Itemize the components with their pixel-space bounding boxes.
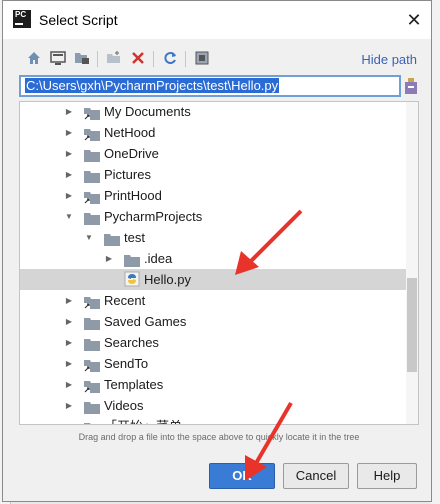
- tree-row-label: Searches: [104, 335, 159, 350]
- tree-row-label: Templates: [104, 377, 164, 392]
- tree-row-sendto[interactable]: ▶ SendTo: [20, 353, 406, 374]
- help-button[interactable]: Help: [357, 463, 417, 489]
- expanded-arrow-icon[interactable]: ▼: [64, 206, 74, 227]
- show-hidden-icon[interactable]: [193, 49, 211, 69]
- folder-icon: [84, 399, 100, 414]
- home-icon[interactable]: [25, 49, 43, 69]
- annotation-arrow-to-ok: [245, 401, 293, 481]
- refresh-icon[interactable]: [161, 49, 179, 69]
- tree-row-label: OneDrive: [104, 146, 159, 161]
- folder-shortcut-icon: [84, 420, 100, 424]
- file-chooser-icon[interactable]: [403, 76, 419, 96]
- path-row: C:\Users\gxh\PycharmProjects\test\Hello.…: [19, 75, 419, 99]
- tree-row-my-documents[interactable]: ▶ My Documents: [20, 102, 406, 122]
- folder-shortcut-icon: [84, 105, 100, 120]
- tree-row-saved-games[interactable]: ▶ Saved Games: [20, 311, 406, 332]
- collapsed-arrow-icon[interactable]: ▶: [64, 185, 74, 206]
- tree-row-videos[interactable]: ▶ Videos: [20, 395, 406, 416]
- tree-row-label: .idea: [144, 251, 173, 266]
- tree-row-label: test: [124, 230, 145, 245]
- folder-icon: [124, 252, 140, 267]
- scrollbar-thumb[interactable]: [407, 278, 417, 372]
- folder-shortcut-icon: [84, 357, 100, 372]
- folder-icon: [84, 210, 100, 225]
- dialog-title: Select Script: [39, 12, 118, 28]
- path-input-text: C:\Users\gxh\PycharmProjects\test\Hello.…: [25, 78, 280, 93]
- tree-row-label: My Documents: [104, 104, 191, 119]
- folder-shortcut-icon: [84, 126, 100, 141]
- title-bar: PC Select Script ✕: [3, 1, 431, 39]
- path-input[interactable]: C:\Users\gxh\PycharmProjects\test\Hello.…: [19, 75, 401, 97]
- desktop-icon[interactable]: [49, 49, 67, 69]
- collapsed-arrow-icon[interactable]: ▶: [64, 332, 74, 353]
- collapsed-arrow-icon[interactable]: ▶: [64, 311, 74, 332]
- select-script-dialog: PC Select Script ✕ Hide path C:\Users\gx…: [2, 0, 432, 502]
- folder-icon: [84, 336, 100, 351]
- toolbar-separator: [185, 51, 186, 67]
- tree-row-label: Saved Games: [104, 314, 187, 329]
- folder-icon: [84, 168, 100, 183]
- tree-row-item[interactable]: ▶ 「开始」菜单: [20, 416, 406, 424]
- collapsed-arrow-icon[interactable]: ▶: [64, 353, 74, 374]
- file-tree[interactable]: ▶ My Documents ▶ NetHood ▶ OneDrive ▶ Pictures ▶…: [19, 101, 419, 425]
- project-icon[interactable]: [73, 49, 91, 69]
- tree-row-label: 「开始」菜单: [104, 416, 182, 424]
- toolbar: [17, 49, 217, 71]
- tree-row-pictures[interactable]: ▶ Pictures: [20, 164, 406, 185]
- folder-shortcut-icon: [84, 294, 100, 309]
- collapsed-arrow-icon[interactable]: ▶: [64, 395, 74, 416]
- tree-row-label: NetHood: [104, 125, 156, 140]
- tree-row-label: Videos: [104, 398, 144, 413]
- tree-row-label: PycharmProjects: [104, 209, 203, 224]
- folder-icon: [84, 147, 100, 162]
- pycharm-app-icon: PC: [13, 10, 31, 28]
- toolbar-separator: [153, 51, 154, 67]
- delete-icon[interactable]: [129, 49, 147, 69]
- close-icon[interactable]: ✕: [401, 7, 427, 33]
- collapsed-arrow-icon[interactable]: ▶: [64, 122, 74, 143]
- collapsed-arrow-icon[interactable]: ▶: [64, 102, 74, 122]
- tree-row-onedrive[interactable]: ▶ OneDrive: [20, 143, 406, 164]
- tree-row-templates[interactable]: ▶ Templates: [20, 374, 406, 395]
- vertical-scrollbar[interactable]: [406, 102, 418, 424]
- expanded-arrow-icon[interactable]: ▼: [84, 227, 94, 248]
- tree-row-hello-py[interactable]: Hello.py: [20, 269, 406, 290]
- tree-row-pycharmprojects[interactable]: ▼ PycharmProjects: [20, 206, 406, 227]
- tree-row-searches[interactable]: ▶ Searches: [20, 332, 406, 353]
- tree-row-printhood[interactable]: ▶ PrintHood: [20, 185, 406, 206]
- collapsed-arrow-icon[interactable]: ▶: [64, 374, 74, 395]
- tree-row-test[interactable]: ▼ test: [20, 227, 406, 248]
- collapsed-arrow-icon[interactable]: ▶: [64, 416, 74, 424]
- toolbar-separator: [97, 51, 98, 67]
- collapsed-arrow-icon[interactable]: ▶: [64, 290, 74, 311]
- new-folder-icon[interactable]: [105, 49, 123, 69]
- collapsed-arrow-icon[interactable]: ▶: [64, 143, 74, 164]
- annotation-arrow-to-file: [235, 209, 303, 275]
- folder-shortcut-icon: [84, 378, 100, 393]
- hide-path-link[interactable]: Hide path: [361, 52, 417, 67]
- tree-row-nethood[interactable]: ▶ NetHood: [20, 122, 406, 143]
- tree-row-label: Pictures: [104, 167, 151, 182]
- tree-row-idea[interactable]: ▶ .idea: [20, 248, 406, 269]
- folder-icon: [104, 231, 120, 246]
- drag-drop-hint: Drag and drop a file into the space abov…: [78, 432, 360, 442]
- collapsed-arrow-icon[interactable]: ▶: [64, 164, 74, 185]
- tree-row-label: PrintHood: [104, 188, 162, 203]
- collapsed-arrow-icon[interactable]: ▶: [104, 248, 114, 269]
- folder-shortcut-icon: [84, 189, 100, 204]
- tree-row-label: Hello.py: [144, 272, 191, 287]
- tree-row-recent[interactable]: ▶ Recent: [20, 290, 406, 311]
- python-file-icon: [124, 271, 140, 287]
- tree-row-label: SendTo: [104, 356, 149, 371]
- folder-icon: [84, 315, 100, 330]
- tree-row-label: Recent: [104, 293, 146, 308]
